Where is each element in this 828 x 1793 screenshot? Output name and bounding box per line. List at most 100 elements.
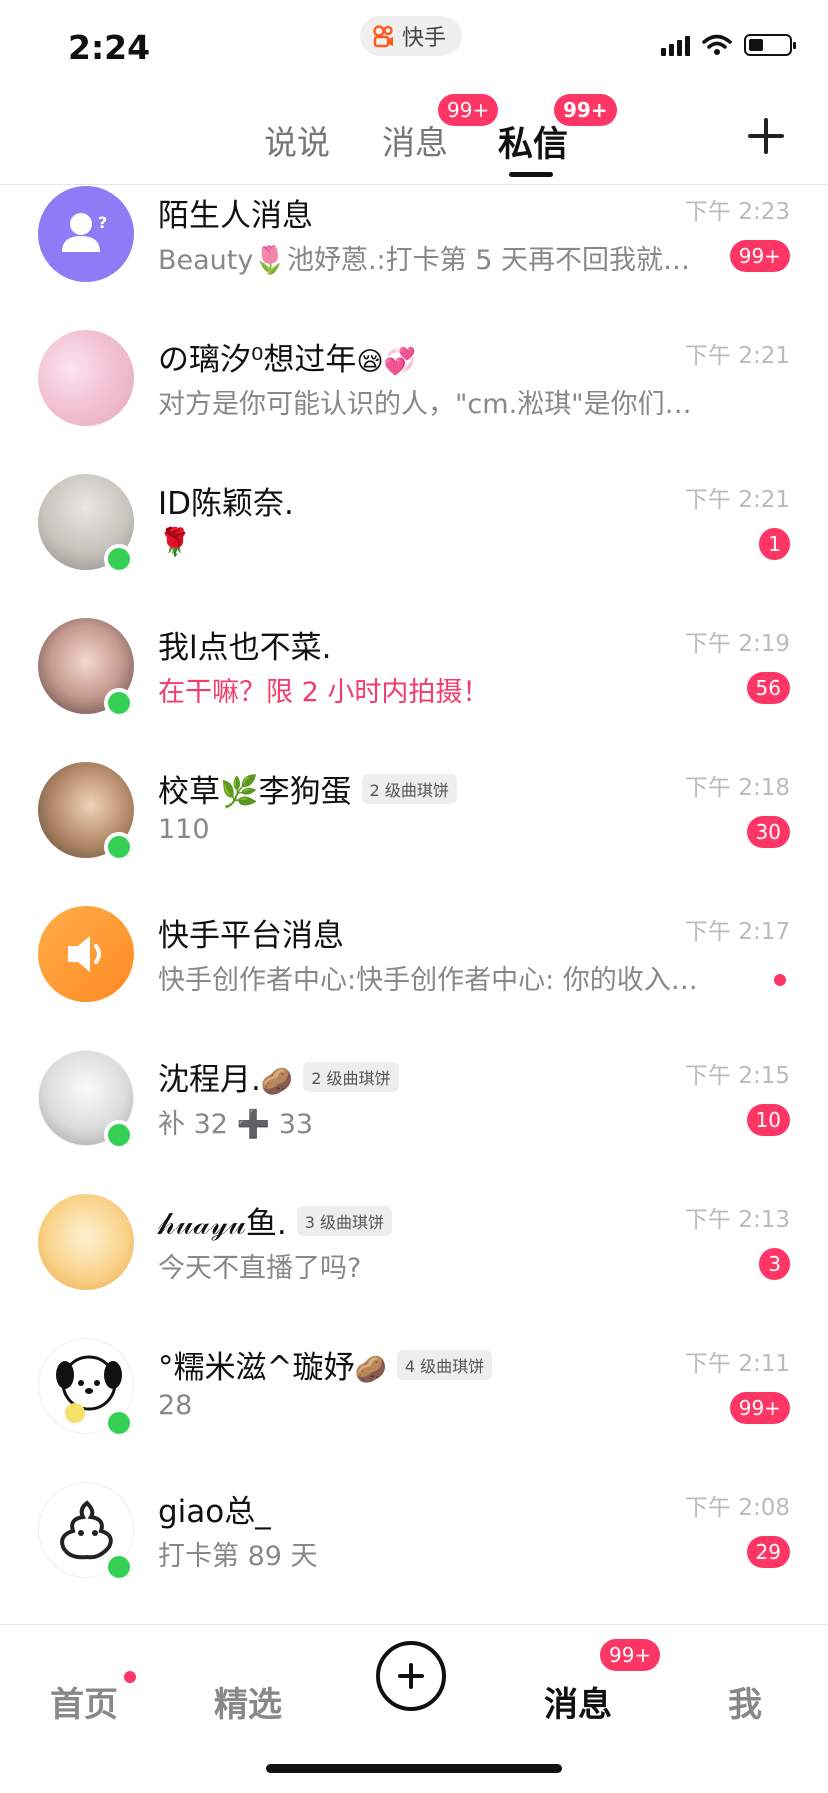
unread-badge: 10 bbox=[746, 1104, 790, 1136]
new-message-plus-icon[interactable] bbox=[748, 118, 784, 154]
status-time: 2:24 bbox=[68, 28, 151, 67]
unread-badge: 29 bbox=[746, 1536, 790, 1568]
level-badge: 3 级曲琪饼 bbox=[296, 1205, 392, 1236]
conversation-name: giao总_ bbox=[158, 1494, 271, 1530]
conversation-row[interactable]: ? 陌生人消息 下午 2:23 Beauty🌷池妤蒽.:打卡第 5 天再不回我就… bbox=[0, 176, 828, 320]
battery-icon bbox=[744, 34, 796, 56]
name-emoji: 🥔 bbox=[354, 1355, 387, 1385]
conversation-preview: 补 32 ➕ 33 bbox=[158, 1109, 314, 1140]
avatar bbox=[38, 330, 134, 426]
conversation-time: 下午 2:18 bbox=[685, 775, 790, 801]
message-tabs: 说说 消息 99+ 私信 99+ bbox=[0, 94, 828, 184]
name-emoji: 🥔 bbox=[260, 1067, 294, 1097]
conversation-row[interactable]: 沈程月.🥔 2 级曲琪饼 下午 2:15 补 32 ➕ 33 10 bbox=[0, 1040, 828, 1184]
avatar bbox=[38, 1194, 134, 1290]
conversation-time: 下午 2:11 bbox=[685, 1351, 790, 1377]
online-indicator bbox=[104, 1120, 134, 1150]
conversation-row[interactable]: °糯米滋^璇妤🥔 4 级曲琪饼 下午 2:11 28 99+ bbox=[0, 1328, 828, 1472]
conversation-name: 𝒽𝓊𝒶𝓎𝓊鱼. bbox=[158, 1206, 287, 1242]
signal-icon bbox=[661, 34, 690, 56]
nav-featured[interactable]: 精选 bbox=[214, 1677, 282, 1726]
name-emoji: 😪💞 bbox=[356, 347, 416, 377]
conversation-name: の璃汐⁰想过年😪💞 bbox=[158, 342, 416, 378]
app-indicator-label: 快手 bbox=[402, 26, 447, 51]
conversation-name: ID陈颖奈. bbox=[158, 486, 294, 522]
conversation-row[interactable]: ID陈颖奈. 下午 2:21 🌹 1 bbox=[0, 464, 828, 608]
online-indicator bbox=[104, 544, 134, 574]
tab-notifications[interactable]: 消息 99+ bbox=[382, 94, 499, 164]
conversation-preview: 在干嘛？限 2 小时内拍摄！ bbox=[158, 677, 490, 708]
level-badge: 4 级曲琪饼 bbox=[396, 1349, 493, 1380]
conversation-preview: 对方是你可能认识的人，"cm.淞琪"是你们的… bbox=[158, 389, 718, 420]
level-badge: 2 级曲琪饼 bbox=[361, 773, 457, 804]
conversation-time: 下午 2:21 bbox=[685, 487, 790, 513]
conversation-preview: 打卡第 89 天 bbox=[158, 1541, 318, 1572]
nav-me[interactable]: 我 bbox=[728, 1677, 762, 1726]
speaker-icon bbox=[68, 936, 101, 972]
conversation-name: 沈程月.🥔 bbox=[158, 1062, 294, 1098]
nav-label: 消息 bbox=[544, 1685, 612, 1725]
conversation-row[interactable]: 快手平台消息 下午 2:17 快手创作者中心:快手创作者中心: 你的收入… bbox=[0, 896, 828, 1040]
tab-label: 说说 bbox=[264, 123, 330, 162]
conversation-row[interactable]: giao总_ 下午 2:08 打卡第 89 天 29 bbox=[0, 1472, 828, 1616]
conversation-row[interactable]: 校草🌿李狗蛋 2 级曲琪饼 下午 2:18 110 30 bbox=[0, 752, 828, 896]
conversation-time: 下午 2:13 bbox=[685, 1207, 790, 1233]
nav-messages[interactable]: 消息 bbox=[544, 1677, 612, 1726]
conversation-preview: 今天不直播了吗? bbox=[158, 1253, 362, 1284]
conversation-row[interactable]: 我l点也不菜. 下午 2:19 在干嘛？限 2 小时内拍摄！ 56 bbox=[0, 608, 828, 752]
conversation-name: 快手平台消息 bbox=[158, 918, 344, 954]
create-plus-button[interactable] bbox=[376, 1641, 446, 1711]
conversation-time: 下午 2:15 bbox=[685, 1063, 790, 1089]
online-indicator bbox=[104, 688, 134, 718]
unread-badge: 99+ bbox=[729, 1392, 790, 1424]
nav-home[interactable]: 首页 bbox=[50, 1677, 118, 1726]
nav-messages-badge: 99+ bbox=[600, 1639, 661, 1671]
level-badge: 2 级曲琪饼 bbox=[303, 1061, 399, 1092]
nav-label: 首页 bbox=[50, 1685, 118, 1725]
conversation-preview: 🌹 bbox=[158, 527, 192, 558]
online-indicator bbox=[104, 1408, 134, 1438]
unread-badge: 99+ bbox=[729, 240, 790, 272]
avatar bbox=[38, 906, 134, 1002]
unread-badge: 56 bbox=[746, 672, 790, 704]
conversation-preview: 110 bbox=[158, 814, 210, 845]
unread-badge: 1 bbox=[759, 528, 790, 560]
nav-label: 我 bbox=[728, 1685, 762, 1725]
conversation-preview: Beauty🌷池妤蒽.:打卡第 5 天再不回我就… bbox=[158, 245, 690, 276]
stranger-icon: ? bbox=[62, 213, 107, 252]
online-indicator bbox=[104, 832, 134, 862]
conversation-list: ? 陌生人消息 下午 2:23 Beauty🌷池妤蒽.:打卡第 5 天再不回我就… bbox=[0, 176, 828, 1616]
unread-badge: 3 bbox=[759, 1248, 790, 1280]
conversation-row[interactable]: 𝒽𝓊𝒶𝓎𝓊鱼. 3 级曲琪饼 下午 2:13 今天不直播了吗? 3 bbox=[0, 1184, 828, 1328]
conversation-time: 下午 2:08 bbox=[685, 1495, 790, 1521]
tab-shuoshuo[interactable]: 说说 bbox=[264, 116, 330, 164]
tab-direct-messages[interactable]: 私信 99+ bbox=[498, 94, 617, 167]
nav-home-dot bbox=[124, 1671, 136, 1683]
conversation-name: °糯米滋^璇妤🥔 bbox=[158, 1350, 387, 1386]
tab-label: 消息 bbox=[382, 123, 448, 162]
conversation-time: 下午 2:21 bbox=[685, 343, 790, 369]
conversation-time: 下午 2:17 bbox=[685, 919, 790, 945]
kuaishou-logo-icon bbox=[373, 25, 393, 48]
conversation-time: 下午 2:23 bbox=[685, 199, 790, 225]
app-indicator[interactable]: 快手 bbox=[360, 16, 463, 56]
conversation-name: 我l点也不菜. bbox=[158, 630, 332, 666]
conversation-name: 校草🌿李狗蛋 bbox=[158, 774, 352, 810]
tab-badge: 99+ bbox=[554, 94, 617, 126]
online-indicator bbox=[104, 1552, 134, 1582]
nav-label: 精选 bbox=[214, 1685, 282, 1725]
svg-text:?: ? bbox=[98, 213, 107, 232]
conversation-time: 下午 2:19 bbox=[685, 631, 790, 657]
conversation-row[interactable]: の璃汐⁰想过年😪💞 下午 2:21 对方是你可能认识的人，"cm.淞琪"是你们的… bbox=[0, 320, 828, 464]
unread-dot bbox=[774, 974, 786, 986]
conversation-preview: 快手创作者中心:快手创作者中心: 你的收入… bbox=[158, 965, 698, 996]
conversation-name: 陌生人消息 bbox=[158, 198, 313, 234]
tab-label: 私信 bbox=[498, 125, 569, 165]
conversation-preview: 28 bbox=[158, 1390, 193, 1421]
wifi-icon bbox=[702, 34, 732, 55]
status-bar: 2:24 快手 bbox=[0, 0, 828, 88]
home-indicator bbox=[266, 1764, 562, 1773]
tab-badge: 99+ bbox=[438, 94, 499, 126]
avatar: ? bbox=[38, 186, 134, 282]
unread-badge: 30 bbox=[746, 816, 790, 848]
